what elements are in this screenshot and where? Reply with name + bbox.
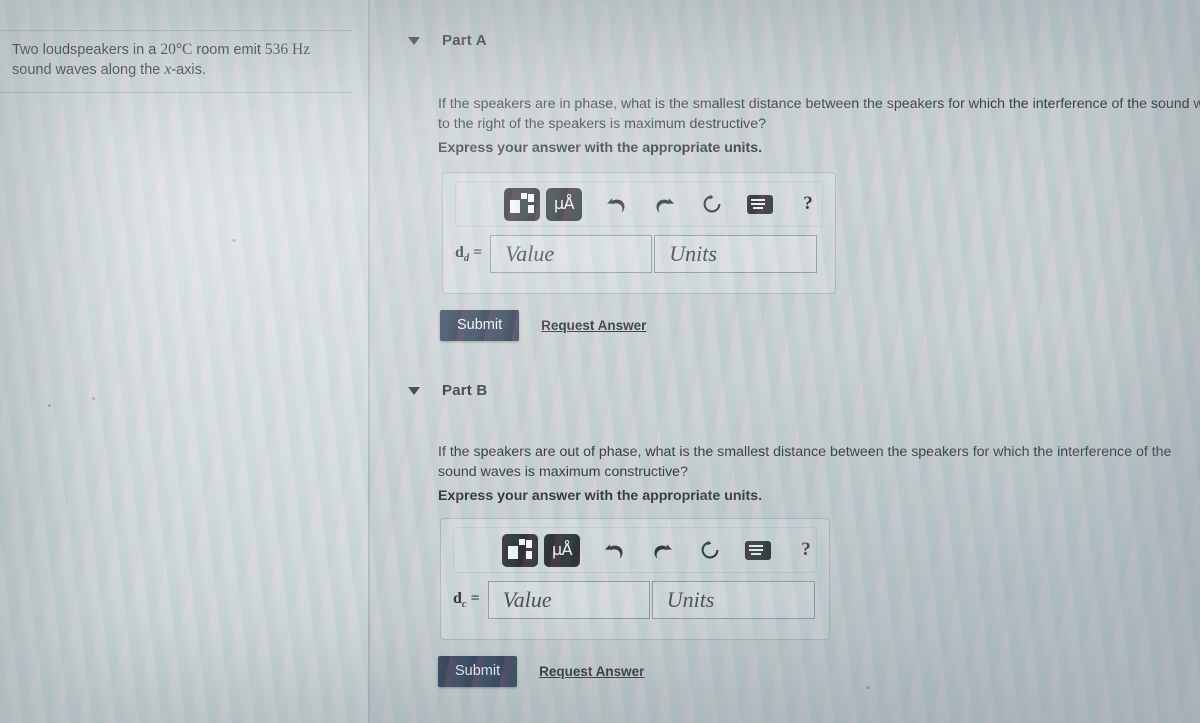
part-a-header[interactable]: Part A xyxy=(408,32,487,49)
caret-down-icon[interactable] xyxy=(408,36,420,45)
panel-vertical-divider xyxy=(368,0,370,723)
part-a-title: Part A xyxy=(442,32,487,49)
redo-arrow-icon[interactable] xyxy=(642,533,682,567)
part-b-header[interactable]: Part B xyxy=(408,382,487,399)
part-b-value-input[interactable]: Value xyxy=(487,581,650,619)
math-template-icon[interactable] xyxy=(502,533,538,567)
panel-divider-top xyxy=(0,30,352,31)
part-b-toolbar: μÅ ? xyxy=(453,527,817,573)
reset-circular-arrow-icon[interactable] xyxy=(690,533,730,567)
units-button-label: μÅ xyxy=(551,540,573,559)
part-b-answer-box: μÅ ? dc = Value Units xyxy=(440,518,830,640)
help-question-mark-icon[interactable]: ? xyxy=(786,533,826,567)
part-b-request-answer-link[interactable]: Request Answer xyxy=(539,664,644,679)
part-a-variable-label: dd = xyxy=(455,243,483,265)
dust-speck xyxy=(48,404,51,407)
micro-angstrom-units-icon[interactable]: μÅ xyxy=(544,533,580,567)
part-b-title: Part B xyxy=(442,382,488,399)
frequency-value: 536 Hz xyxy=(264,41,311,58)
help-label: ? xyxy=(801,539,811,560)
statement-part-1: Two loudspeakers in a xyxy=(12,42,161,58)
part-b-question: If the speakers are out of phase, what i… xyxy=(438,444,1172,480)
part-a-answer-box: μÅ ? dd = Value Units xyxy=(442,172,836,294)
part-a-submit-button[interactable]: Submit xyxy=(440,310,520,341)
reset-circular-arrow-icon[interactable] xyxy=(692,187,732,221)
part-b-variable-label: dc = xyxy=(453,589,480,611)
parts-container: Part A If the speakers are in phase, wha… xyxy=(370,0,1200,723)
part-a-value-input[interactable]: Value xyxy=(490,235,653,273)
dust-speck xyxy=(866,686,870,689)
part-b-express-instruction: Express your answer with the appropriate… xyxy=(438,488,763,504)
problem-statement-panel xyxy=(0,0,370,723)
statement-part-3: sound waves along the xyxy=(12,62,165,78)
part-a-toolbar: μÅ ? xyxy=(455,181,823,227)
redo-arrow-icon[interactable] xyxy=(644,187,684,221)
statement-part-4: -axis. xyxy=(171,62,206,78)
statement-part-2: room emit xyxy=(192,42,265,58)
part-b-submit-row: Submit Request Answer xyxy=(438,656,644,687)
part-a-field-row: dd = Value Units xyxy=(455,235,818,273)
part-b-submit-button[interactable]: Submit xyxy=(438,656,518,687)
dust-speck xyxy=(232,239,236,242)
help-question-mark-icon[interactable]: ? xyxy=(788,187,828,221)
keyboard-icon[interactable] xyxy=(740,187,780,221)
undo-arrow-icon[interactable] xyxy=(596,187,636,221)
part-b-units-input[interactable]: Units xyxy=(651,581,815,619)
part-a-submit-row: Submit Request Answer xyxy=(440,310,646,341)
keyboard-icon[interactable] xyxy=(738,533,778,567)
part-a-question: If the speakers are in phase, what is th… xyxy=(438,96,1200,132)
dust-speck xyxy=(92,397,95,400)
panel-divider-bottom xyxy=(0,92,352,93)
part-a-units-input[interactable]: Units xyxy=(654,235,818,273)
undo-arrow-icon[interactable] xyxy=(594,533,634,567)
part-b-field-row: dc = Value Units xyxy=(453,581,815,619)
units-button-label: μÅ xyxy=(553,194,575,213)
problem-statement-text: Two loudspeakers in a 20°C room emit 536… xyxy=(12,40,332,80)
page-background: Two loudspeakers in a 20°C room emit 536… xyxy=(0,0,1200,723)
part-a-express-instruction: Express your answer with the appropriate… xyxy=(438,140,763,156)
caret-down-icon[interactable] xyxy=(408,386,420,395)
part-a-request-answer-link[interactable]: Request Answer xyxy=(541,318,646,333)
micro-angstrom-units-icon[interactable]: μÅ xyxy=(546,187,582,221)
help-label: ? xyxy=(803,193,813,214)
math-template-icon[interactable] xyxy=(504,187,540,221)
temperature-value: 20°C xyxy=(160,41,193,58)
